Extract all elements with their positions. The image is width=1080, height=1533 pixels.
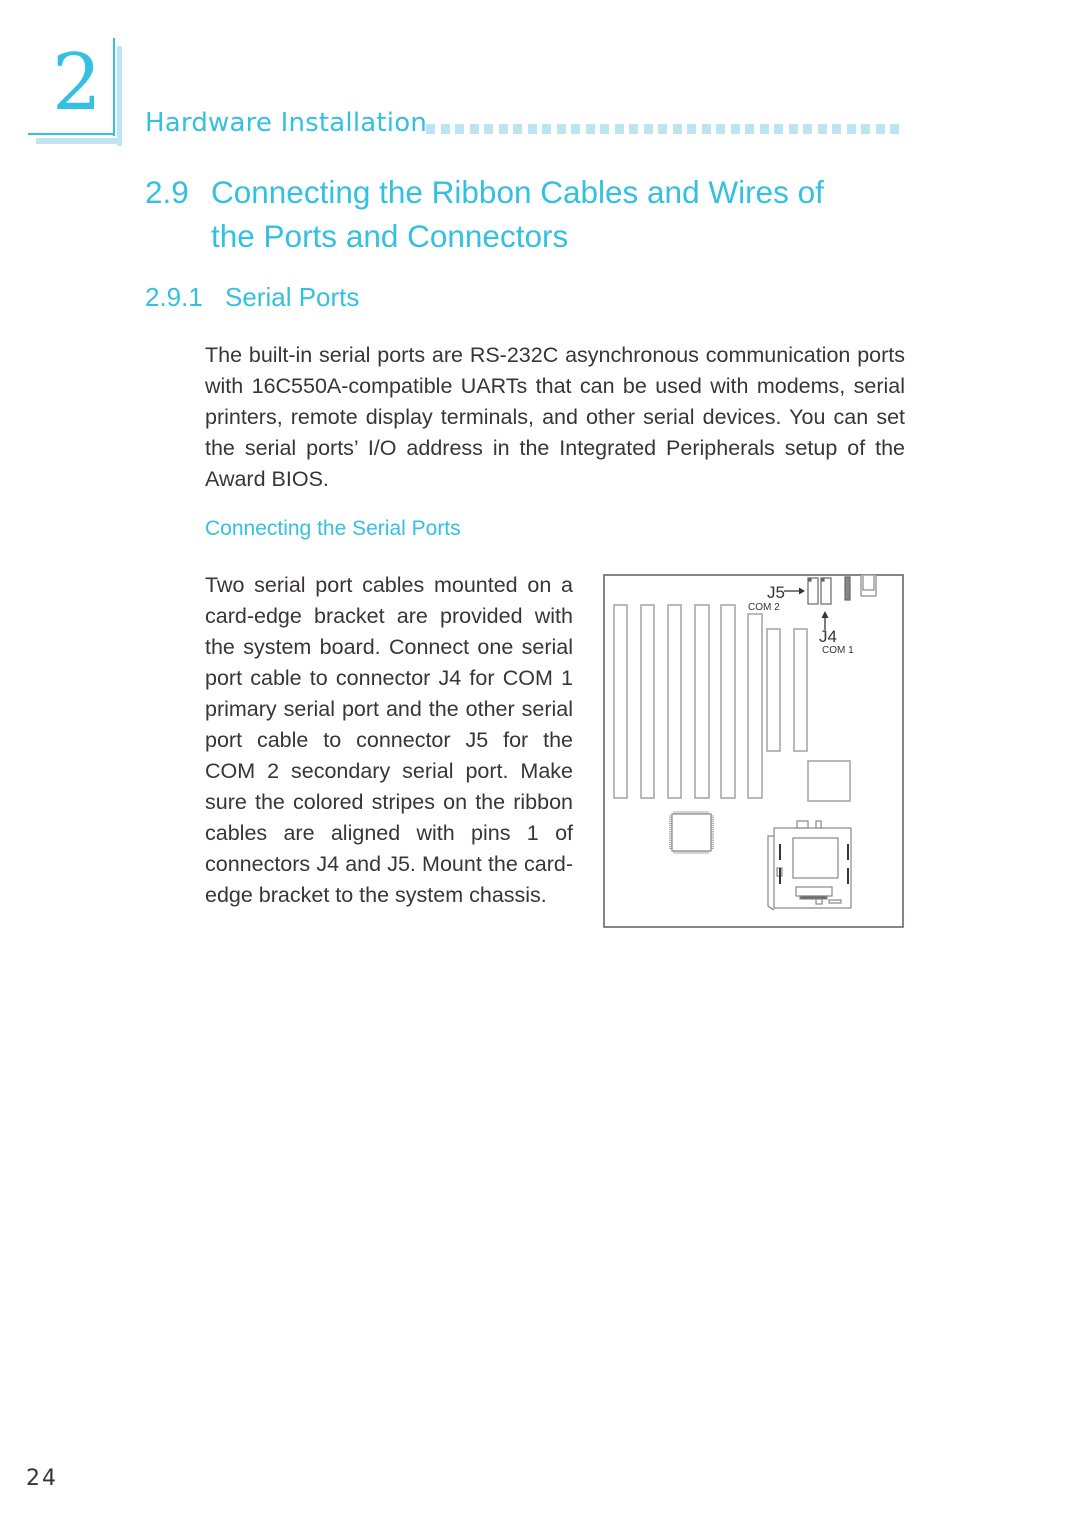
connecting-serial-ports-subheading: Connecting the Serial Ports <box>205 517 461 540</box>
dot-leader-square <box>817 124 827 134</box>
dot-leader-square <box>716 124 725 134</box>
dot-leader-square <box>658 124 667 134</box>
dot-leader-square <box>440 124 450 134</box>
dot-leader-square <box>643 124 653 134</box>
dot-leader-square <box>832 124 841 134</box>
dot-leader-square <box>498 124 508 134</box>
expansion-slot-4 <box>694 604 710 799</box>
instructions-paragraph: Two serial port cables mounted on a card… <box>205 573 573 907</box>
dot-leader-square <box>890 124 899 134</box>
dot-leader-square <box>745 124 754 134</box>
chapter-title-dot-leader <box>426 124 899 134</box>
dot-leader-square <box>687 124 696 134</box>
j5-com-label: COM 2 <box>748 602 780 613</box>
section-number: 2.9 <box>145 174 189 210</box>
dot-leader-square <box>469 124 479 134</box>
chapter-badge-rule-horizontal <box>28 133 115 135</box>
j4-header <box>820 577 832 605</box>
dot-leader-square <box>542 124 551 134</box>
memory-slot-2 <box>793 628 808 752</box>
j4-com-label: COM 1 <box>822 645 854 656</box>
section-heading: 2.9 Connecting the Ribbon Cables and Wire… <box>145 170 907 258</box>
chip-square <box>807 760 851 802</box>
dot-leader-square <box>672 124 682 134</box>
motherboard-diagram: J5 COM 2 J4 COM 1 <box>603 574 904 928</box>
dot-leader-square <box>556 124 566 134</box>
chapter-badge-rule-vertical <box>113 38 115 136</box>
dot-leader-square <box>759 124 769 134</box>
qfp-chip <box>669 811 714 854</box>
subsection-heading: 2.9.1 Serial Ports <box>145 282 359 313</box>
dot-leader-square <box>614 124 624 134</box>
cpu-socket <box>767 820 852 911</box>
dot-leader-square <box>846 124 856 134</box>
dot-leader-square <box>803 124 812 134</box>
subsection-number: 2.9.1 <box>145 282 203 312</box>
expansion-slot-2 <box>640 604 655 799</box>
dot-leader-square <box>788 124 798 134</box>
dot-leader-square <box>571 124 580 134</box>
expansion-slot-5 <box>720 604 736 799</box>
page-number: 24 <box>26 1466 58 1491</box>
dot-leader-square <box>585 124 595 134</box>
j4-label: J4 <box>819 627 837 646</box>
memory-slot-1 <box>766 628 781 752</box>
j5-label: J5 <box>767 583 785 602</box>
dot-leader-square <box>730 124 740 134</box>
expansion-slot-6 <box>747 613 763 799</box>
chapter-badge-shadow-vertical <box>117 46 122 146</box>
expansion-slot-3 <box>667 604 682 799</box>
chapter-number: 2 <box>52 38 102 128</box>
dot-leader-square <box>875 124 885 134</box>
expansion-slot-1 <box>613 604 628 799</box>
dot-leader-square <box>600 124 609 134</box>
dot-leader-square <box>484 124 493 134</box>
dot-leader-square <box>861 124 870 134</box>
chapter-badge-shadow-horizontal <box>36 138 122 144</box>
dot-leader-square <box>426 124 435 134</box>
jumper-block <box>844 576 851 601</box>
section-title-line-2: the Ports and Connectors <box>211 218 569 254</box>
intro-paragraph: The built-in serial ports are RS-232C as… <box>205 343 905 491</box>
dot-leader-square <box>629 124 638 134</box>
dot-leader-square <box>455 124 464 134</box>
chapter-title: Hardware Installation <box>145 108 427 138</box>
subsection-title: Serial Ports <box>225 282 360 312</box>
dot-leader-square <box>774 124 783 134</box>
dot-leader-square <box>513 124 522 134</box>
dot-leader-square <box>701 124 711 134</box>
section-title-line-1: Connecting the Ribbon Cables and Wires o… <box>211 174 824 210</box>
dot-leader-square <box>527 124 537 134</box>
j5-header <box>807 577 819 605</box>
